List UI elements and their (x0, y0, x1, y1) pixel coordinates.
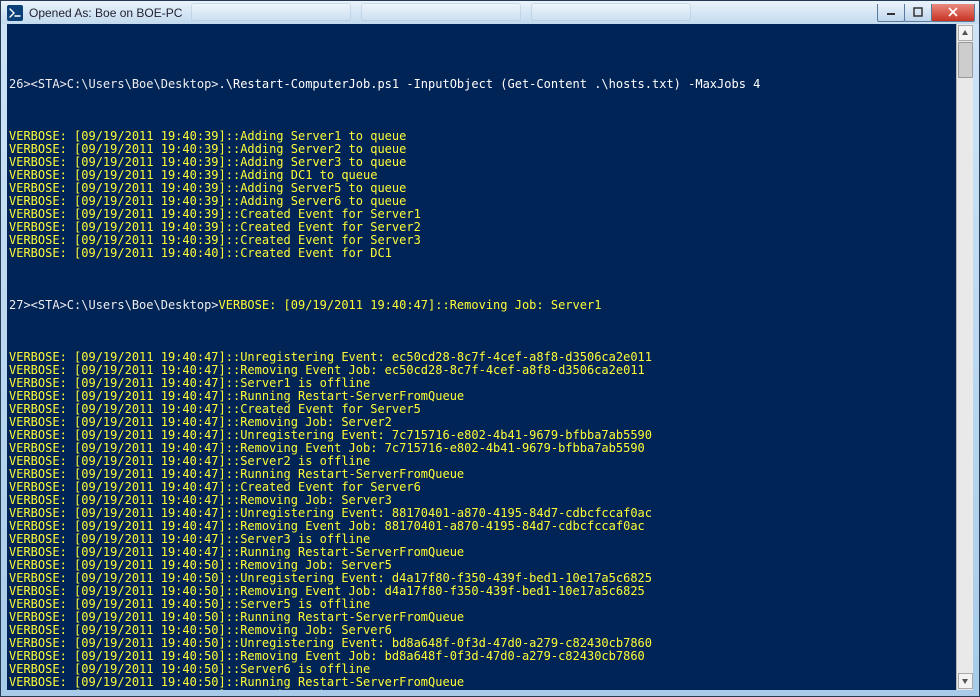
console-area[interactable]: 26><STA>C:\Users\Boe\Desktop>.\Restart-C… (7, 24, 973, 690)
prompt-27: 27><STA>C:\Users\Boe\Desktop> (9, 298, 219, 312)
prompt-26-line: 26><STA>C:\Users\Boe\Desktop>.\Restart-C… (9, 78, 973, 91)
verbose-block-2: VERBOSE: [09/19/2011 19:40:47]::Unregist… (9, 351, 973, 690)
verbose-inline-27: VERBOSE: [09/19/2011 19:40:47]::Removing… (219, 298, 602, 312)
scroll-down-button[interactable] (958, 673, 973, 689)
background-tabs-ghost (191, 3, 879, 21)
maximize-button[interactable] (904, 4, 932, 22)
close-button[interactable] (931, 4, 975, 22)
verbose-line: VERBOSE: [09/19/2011 19:40:40]::Created … (9, 247, 973, 260)
scroll-up-button[interactable] (958, 25, 973, 41)
vertical-scrollbar[interactable] (956, 24, 973, 690)
scroll-track[interactable] (958, 42, 973, 672)
window-controls (878, 4, 975, 22)
prompt-26: 26><STA>C:\Users\Boe\Desktop> (9, 77, 219, 91)
prompt-27-line: 27><STA>C:\Users\Boe\Desktop>VERBOSE: [0… (9, 299, 973, 312)
powershell-icon (7, 5, 23, 21)
titlebar[interactable]: Opened As: Boe on BOE-PC (1, 1, 979, 24)
verbose-line: VERBOSE: [09/19/2011 19:41:40]::Removing… (9, 689, 973, 690)
command-26: .\Restart-ComputerJob.ps1 -InputObject (… (219, 77, 761, 91)
verbose-block-1: VERBOSE: [09/19/2011 19:40:39]::Adding S… (9, 130, 973, 260)
scroll-thumb[interactable] (958, 42, 973, 78)
powershell-window: Opened As: Boe on BOE-PC 26><STA>C:\User… (0, 0, 980, 697)
minimize-button[interactable] (877, 4, 905, 22)
